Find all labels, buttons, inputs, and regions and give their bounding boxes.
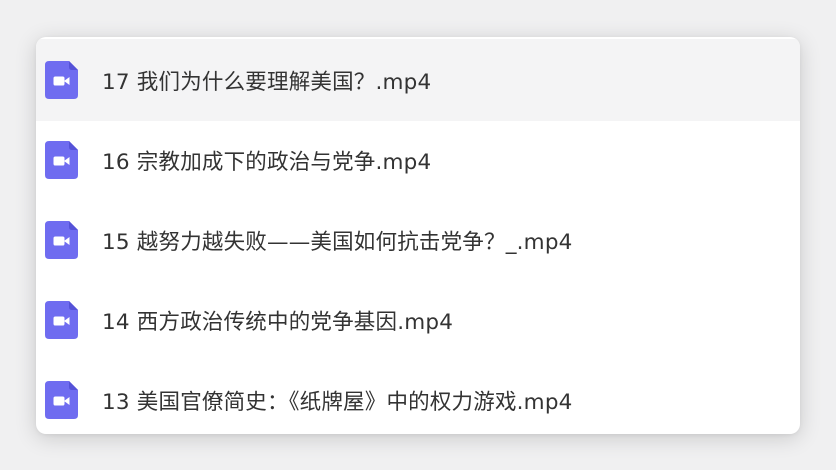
file-name: 16 宗教加成下的政治与党争.mp4 <box>102 149 432 175</box>
video-file-icon <box>45 61 78 99</box>
file-name: 13 美国官僚简史：《纸牌屋》中的权力游戏.mp4 <box>102 389 573 415</box>
video-file-icon <box>45 221 78 259</box>
video-file-icon <box>45 141 78 179</box>
file-row[interactable]: 16 宗教加成下的政治与党争.mp4 <box>36 119 800 201</box>
video-file-icon <box>45 381 78 419</box>
file-row[interactable]: 15 越努力越失败——美国如何抗击党争？_.mp4 <box>36 199 800 281</box>
file-row[interactable]: 14 西方政治传统中的党争基因.mp4 <box>36 279 800 361</box>
file-row[interactable]: 13 美国官僚简史：《纸牌屋》中的权力游戏.mp4 <box>36 359 800 434</box>
file-name: 14 西方政治传统中的党争基因.mp4 <box>102 309 454 335</box>
file-name: 17 我们为什么要理解美国？.mp4 <box>102 69 432 95</box>
file-name: 15 越努力越失败——美国如何抗击党争？_.mp4 <box>102 229 573 255</box>
file-row[interactable]: 17 我们为什么要理解美国？.mp4 <box>36 39 800 121</box>
file-list-panel: 17 我们为什么要理解美国？.mp4 16 宗教加成下的政治与党争.mp4 15… <box>36 37 800 434</box>
video-file-icon <box>45 301 78 339</box>
